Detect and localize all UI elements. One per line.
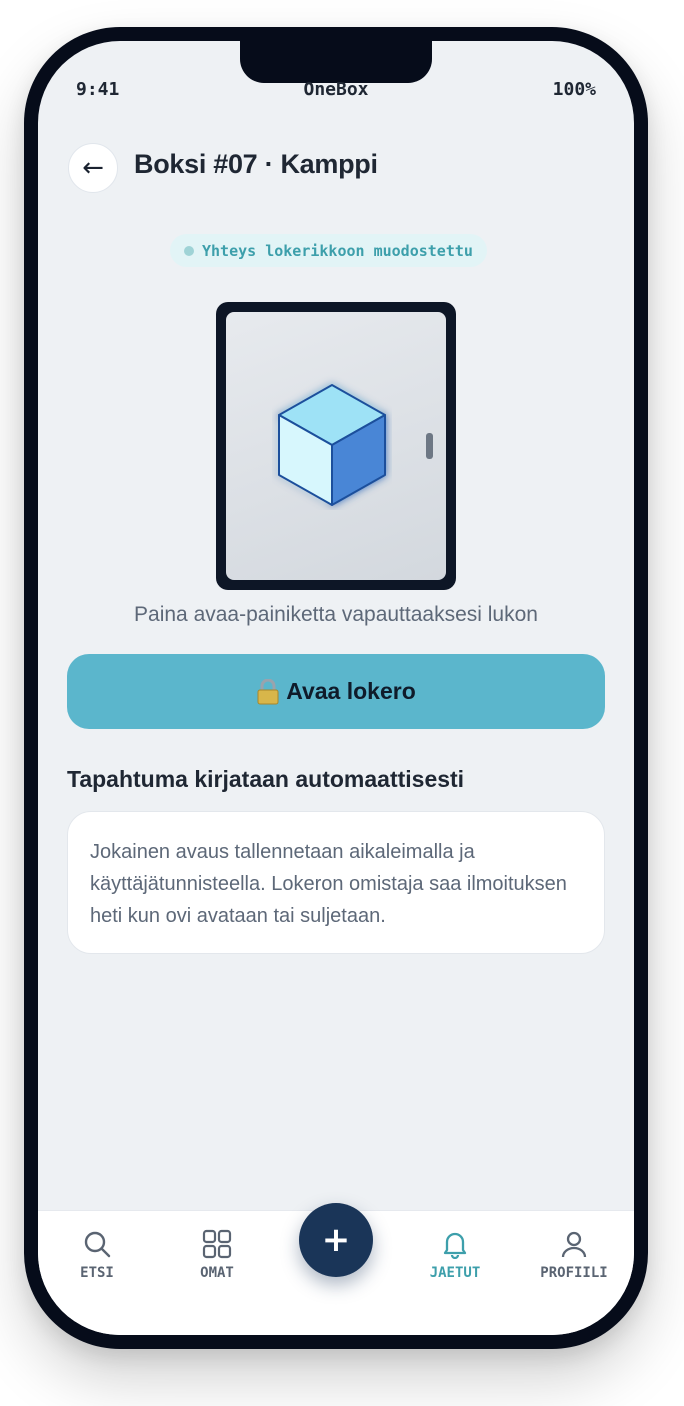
status-battery: 100% (552, 79, 596, 100)
cube-icon (278, 384, 386, 506)
tab-label: JAETUT (429, 1265, 481, 1281)
arrow-left-icon: ← (82, 153, 104, 183)
bell-icon (443, 1232, 467, 1259)
padlock-icon (257, 678, 279, 704)
search-icon (84, 1231, 111, 1258)
connection-status-badge: Yhteys lokerikkoon muodostettu (170, 234, 487, 267)
notch (240, 41, 432, 83)
tab-own[interactable]: OMAT (167, 1229, 267, 1281)
user-icon (561, 1231, 587, 1258)
grid-icon (202, 1229, 232, 1259)
log-info-text: Jokainen avaus tallennetaan aikaleimalla… (90, 841, 567, 927)
tab-profile[interactable]: PROFIILI (524, 1229, 624, 1281)
add-button[interactable]: + (299, 1203, 373, 1277)
tab-label: ETSI (80, 1265, 114, 1281)
log-info-card: Jokainen avaus tallennetaan aikaleimalla… (67, 811, 605, 954)
phone-frame: 9:41 OneBox 100% ← Boksi #07 · Kamppi Yh… (24, 27, 648, 1349)
status-dot-icon (184, 245, 194, 256)
locker-illustration (216, 302, 456, 590)
tab-search[interactable]: ETSI (47, 1229, 147, 1281)
locker-door (226, 312, 446, 580)
open-locker-button[interactable]: Avaa lokero (67, 654, 605, 729)
tab-label: PROFIILI (540, 1265, 608, 1281)
plus-icon: + (321, 1220, 351, 1260)
back-button[interactable]: ← (68, 143, 118, 193)
page-title: Boksi #07 · Kamppi (134, 149, 378, 179)
unlock-hint: Paina avaa-painiketta vapauttaaksesi luk… (134, 603, 538, 626)
app-screen: 9:41 OneBox 100% ← Boksi #07 · Kamppi Yh… (38, 41, 634, 1335)
tab-label: OMAT (200, 1265, 234, 1281)
open-locker-label: Avaa lokero (286, 678, 416, 704)
locker-handle (426, 433, 433, 459)
status-carrier: OneBox (303, 79, 369, 100)
connection-status-text: Yhteys lokerikkoon muodostettu (202, 241, 473, 260)
tab-shared[interactable]: JAETUT (405, 1229, 505, 1281)
log-section-title: Tapahtuma kirjataan automaattisesti (67, 766, 465, 792)
